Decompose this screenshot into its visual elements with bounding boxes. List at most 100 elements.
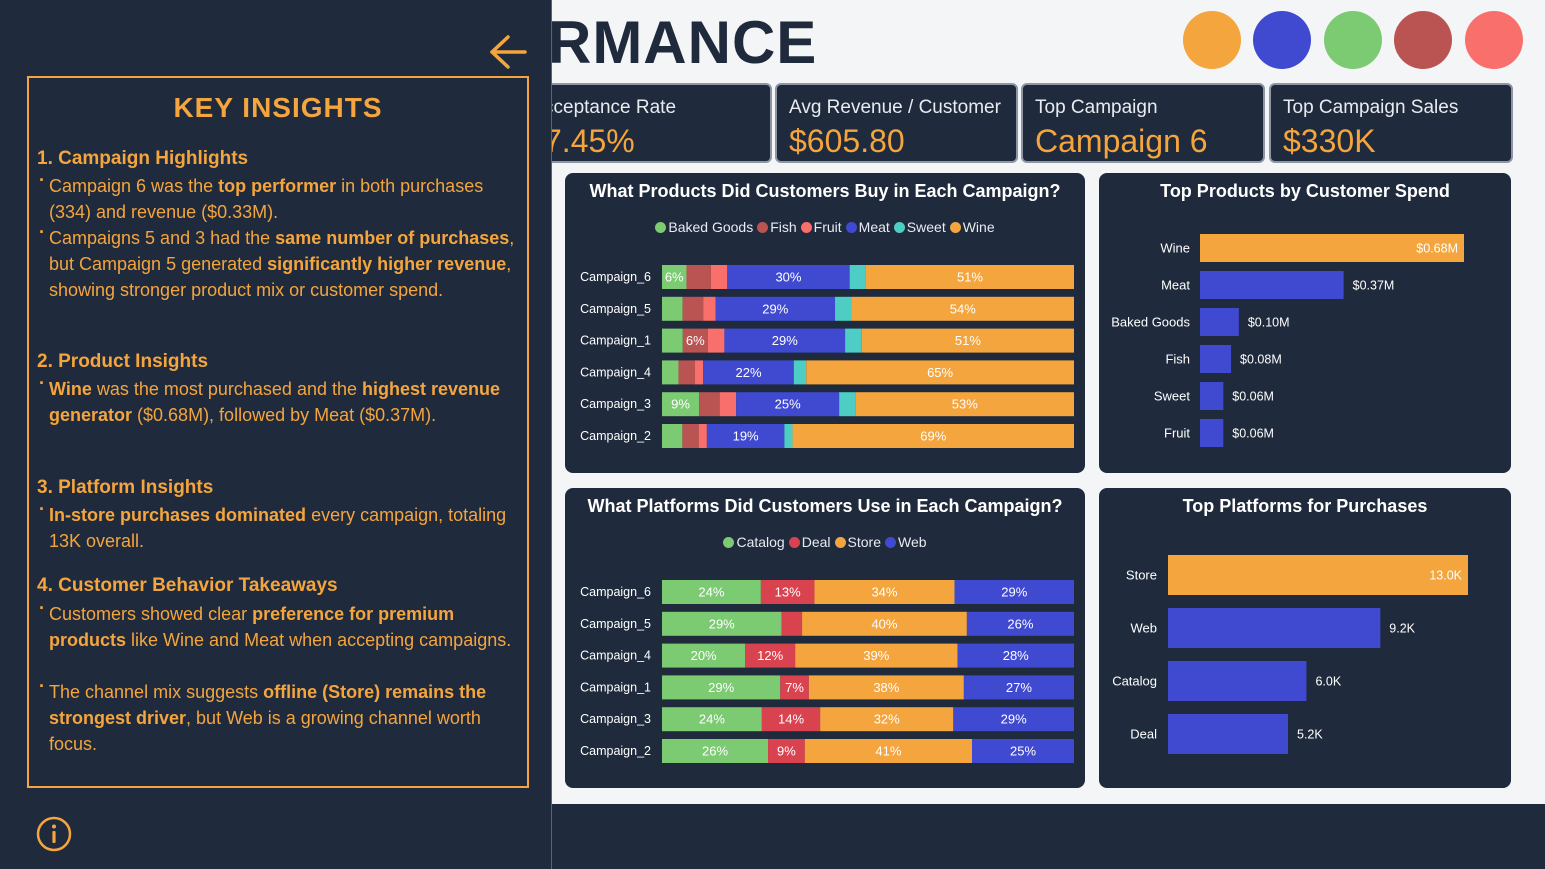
- data-label: 27%: [1006, 680, 1032, 695]
- data-label: 12%: [757, 648, 783, 663]
- legend-swatch: [788, 537, 800, 548]
- legend-item-catalog[interactable]: Catalog: [723, 534, 785, 550]
- bar-fruit[interactable]: [1200, 419, 1224, 447]
- legend-item-meat[interactable]: Meat: [845, 219, 890, 235]
- category-label: Fruit: [1164, 426, 1190, 441]
- insight-section-heading: 1. Campaign Highlights: [37, 148, 249, 169]
- insight-bullet: Campaign 6 was the top performer in both…: [39, 167, 517, 225]
- bar-deal[interactable]: [1168, 714, 1288, 754]
- legend-item-fish[interactable]: Fish: [757, 219, 797, 235]
- insights-title: KEY INSIGHTS: [173, 92, 383, 123]
- legend-item-wine[interactable]: Wine: [949, 219, 995, 235]
- legend-item-fruit[interactable]: Fruit: [800, 219, 842, 235]
- top-platforms-bar-chart[interactable]: Store 13.0K Web 9.2K Catalog 6.0K Deal 5.2K: [1099, 488, 1511, 788]
- bar-segment-fruit[interactable]: [703, 296, 716, 321]
- bar-segment-sweet[interactable]: [784, 424, 793, 448]
- kpi-label: Top Campaign: [1035, 97, 1158, 118]
- bar-segment-fish[interactable]: [699, 392, 720, 417]
- top-products-bar-chart[interactable]: Wine $0.68M Meat $0.37M Baked Goods $0.10M Fis…: [1099, 173, 1511, 473]
- bar-segment-fruit[interactable]: [710, 265, 728, 289]
- data-label: 6%: [686, 333, 705, 348]
- legend-swatch: [893, 222, 905, 233]
- category-label: Meat: [1161, 278, 1190, 293]
- platforms-by-campaign-card[interactable]: Campaign_6 24% 13% 34% 29% Campaign_5 29% 40% 26…: [565, 488, 1085, 788]
- bar-store[interactable]: [1168, 555, 1468, 595]
- kpi-value: Campaign 6: [1035, 123, 1208, 159]
- chart-title: Top Platforms for Purchases: [1182, 496, 1428, 516]
- data-label: $0.10M: [1248, 316, 1290, 330]
- bar-web[interactable]: [1168, 608, 1381, 648]
- products-by-campaign-card[interactable]: Campaign_6 6% 30% 51% Campaign_5 29% 54% Campai…: [565, 173, 1085, 473]
- top-products-card[interactable]: Wine $0.68M Meat $0.37M Baked Goods $0.10M Fis…: [1099, 173, 1511, 473]
- bar-segment-fruit[interactable]: [694, 360, 704, 385]
- theme-circle-orange[interactable]: [1183, 11, 1241, 69]
- kpi-label: Top Campaign Sales: [1283, 97, 1459, 118]
- bar-baked-goods[interactable]: [1200, 308, 1239, 336]
- top-platforms-card[interactable]: Store 13.0K Web 9.2K Catalog 6.0K Deal 5.2K Top…: [1099, 488, 1511, 788]
- chart-legend[interactable]: Catalog Deal Store Web: [565, 534, 1085, 550]
- bar-segment-fruit[interactable]: [707, 328, 725, 353]
- data-label: 7%: [785, 680, 804, 695]
- platforms-stacked-chart[interactable]: Campaign_6 24% 13% 34% 29% Campaign_5 29% 40% 26…: [565, 488, 1085, 788]
- data-label: 6.0K: [1315, 675, 1341, 689]
- bar-segment-sweet[interactable]: [793, 360, 807, 385]
- bar-segment-sweet[interactable]: [839, 392, 856, 417]
- category-label: Campaign_1: [580, 334, 651, 348]
- bar-segment-fish[interactable]: [686, 265, 711, 289]
- legend-swatch: [845, 222, 857, 233]
- bar-segment-deal[interactable]: [781, 611, 803, 636]
- insight-bullet: In-store purchases dominated every campa…: [39, 496, 517, 554]
- page-title: RMANCE: [548, 9, 818, 76]
- kpi-value: 7.45%: [544, 123, 635, 159]
- legend-label: Deal: [801, 534, 831, 550]
- bar-fish[interactable]: [1200, 345, 1232, 373]
- data-label: 40%: [871, 616, 897, 631]
- data-label: 29%: [1001, 712, 1027, 727]
- category-label: Baked Goods: [1111, 315, 1190, 330]
- bar-sweet[interactable]: [1200, 382, 1224, 410]
- kpi-card-top-campaign: Top Campaign Campaign 6: [1021, 83, 1265, 163]
- bar-meat[interactable]: [1200, 271, 1344, 299]
- chart-legend[interactable]: Baked Goods Fish Fruit Meat Sweet Wine: [565, 219, 1085, 235]
- bar-segment-fruit[interactable]: [719, 392, 737, 417]
- data-label: 25%: [775, 397, 801, 412]
- legend-item-sweet[interactable]: Sweet: [893, 219, 946, 235]
- bar-segment-baked-goods[interactable]: [662, 296, 683, 321]
- legend-swatch: [800, 222, 812, 233]
- data-label: 5.2K: [1297, 728, 1323, 742]
- bar-catalog[interactable]: [1168, 661, 1307, 701]
- category-label: Web: [1131, 621, 1158, 636]
- theme-circle-pink[interactable]: [1465, 11, 1523, 69]
- chart-title: What Products Did Customers Buy in Each …: [589, 181, 1061, 201]
- legend-item-web[interactable]: Web: [884, 534, 927, 550]
- theme-circle-green[interactable]: [1324, 11, 1382, 69]
- bar-segment-sweet[interactable]: [835, 296, 852, 321]
- category-label: Campaign_4: [580, 365, 651, 379]
- category-label: Campaign_3: [580, 397, 651, 411]
- theme-circle-blue[interactable]: [1253, 11, 1311, 69]
- bar-segment-fish[interactable]: [682, 296, 704, 321]
- bar-segment-fruit[interactable]: [698, 424, 707, 448]
- arrow-left-icon[interactable]: [488, 33, 528, 71]
- bar-segment-baked-goods[interactable]: [662, 328, 683, 353]
- data-label: 29%: [708, 680, 734, 695]
- bar-segment-fish[interactable]: [682, 424, 699, 448]
- bar-segment-sweet[interactable]: [849, 265, 866, 289]
- data-label: 30%: [775, 270, 801, 285]
- data-label: $0.68M: [1416, 242, 1458, 256]
- legend-item-baked-goods[interactable]: Baked Goods: [655, 219, 753, 235]
- data-label: 14%: [778, 712, 804, 727]
- bar-segment-fish[interactable]: [678, 360, 695, 385]
- legend-item-store[interactable]: Store: [834, 534, 881, 550]
- insight-bullet: The channel mix suggests offline (Store)…: [39, 673, 517, 757]
- data-label: 41%: [875, 744, 901, 759]
- bar-segment-sweet[interactable]: [845, 328, 862, 353]
- legend-item-deal[interactable]: Deal: [788, 534, 831, 550]
- data-label: $0.08M: [1240, 353, 1282, 367]
- info-icon[interactable]: [36, 816, 72, 852]
- chart-title: Top Products by Customer Spend: [1160, 181, 1450, 201]
- products-stacked-chart[interactable]: Campaign_6 6% 30% 51% Campaign_5 29% 54% Campai…: [565, 173, 1085, 473]
- theme-circle-darkred[interactable]: [1394, 11, 1452, 69]
- bar-segment-baked-goods[interactable]: [662, 360, 679, 385]
- bar-segment-baked-goods[interactable]: [662, 424, 683, 448]
